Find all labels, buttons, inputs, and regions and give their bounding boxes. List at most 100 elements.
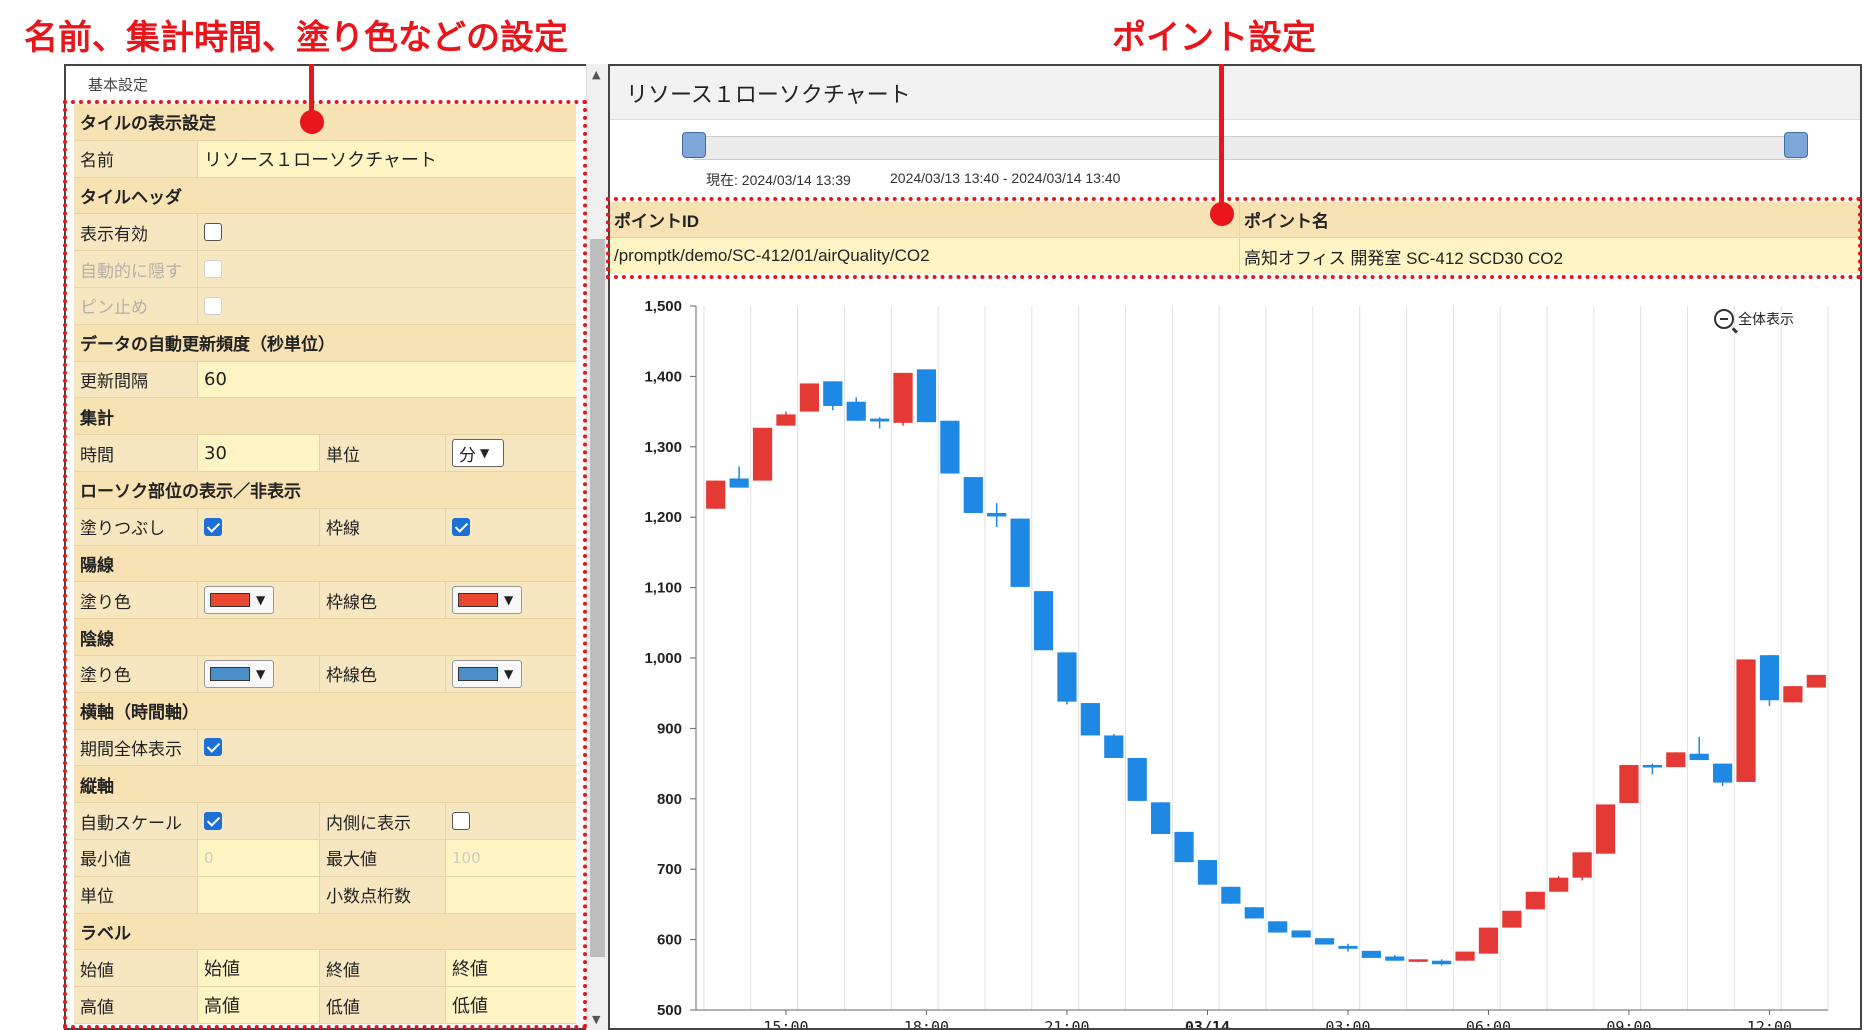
row-auto-hide: 自動的に隠す [74, 251, 576, 288]
settings-table: タイルの表示設定 名前 リソース１ローソクチャート タイルヘッダ 表示有効 自動… [74, 104, 576, 1024]
y-tick-label: 900 [657, 720, 682, 737]
bull-border-color-picker[interactable]: ▼ [452, 586, 522, 615]
decimals-input[interactable] [446, 876, 576, 913]
row-bull-colors: 塗り色 ▼ 枠線色 ▼ [74, 582, 576, 620]
y-tick-label: 800 [657, 791, 682, 808]
bull-border-cell: ▼ [446, 582, 576, 618]
bull-fill-color-picker[interactable]: ▼ [204, 586, 274, 615]
max-label: 最大値 [320, 839, 446, 876]
open-input[interactable]: 始値 [198, 950, 320, 987]
border-checkbox[interactable] [452, 517, 470, 536]
show-enabled-checkbox[interactable] [204, 223, 222, 242]
bear-border-cell: ▼ [446, 656, 576, 692]
min-label: 最小値 [74, 839, 198, 876]
point-annotation-label: ポイント設定 [1112, 18, 1316, 58]
section-label: ラベル [80, 923, 131, 944]
row-pin: ピン止め [74, 287, 576, 325]
point-table-row[interactable]: /promptk/demo/SC-412/01/airQuality/CO2 高… [610, 238, 1860, 274]
range-slider-track[interactable] [692, 136, 1802, 160]
y-tick-label: 600 [657, 932, 682, 949]
show-enabled-cell [198, 214, 576, 250]
y-unit-label: 単位 [74, 876, 198, 913]
bear-fill-color-label: 塗り色 [74, 655, 198, 692]
auto-scale-checkbox[interactable] [204, 812, 222, 831]
section-label: 縦軸 [80, 776, 114, 797]
max-input: 100 [446, 839, 576, 876]
section-candle-parts: ローソク部位の表示／非表示 [74, 471, 576, 509]
high-input[interactable]: 高値 [198, 987, 320, 1023]
range-slider-end-handle[interactable] [1784, 132, 1808, 158]
close-input[interactable]: 終値 [446, 950, 576, 987]
x-tick-label: 09:00 [1606, 1018, 1651, 1028]
bull-fill-color-label: 塗り色 [74, 582, 198, 619]
name-input[interactable]: リソース１ローソクチャート [198, 140, 576, 177]
full-period-checkbox[interactable] [204, 738, 222, 757]
bear-fill-cell: ▼ [198, 655, 320, 692]
decimals-label: 小数点桁数 [320, 876, 446, 913]
fill-checkbox[interactable] [204, 517, 222, 536]
candle-body [1080, 703, 1100, 736]
candle-body [1127, 757, 1147, 801]
point-id-cell: /promptk/demo/SC-412/01/airQuality/CO2 [610, 238, 1240, 274]
x-tick-label: 06:00 [1466, 1018, 1511, 1028]
candle-body [1689, 753, 1709, 761]
close-label: 終値 [320, 950, 446, 987]
section-label: タイルの表示設定 [80, 114, 216, 135]
candle-body [846, 401, 866, 421]
section-tile-display: タイルの表示設定 [74, 104, 576, 141]
full-period-cell [198, 730, 576, 766]
section-labels: ラベル [74, 913, 576, 951]
candle-body [729, 478, 749, 488]
candle-body [1174, 831, 1194, 863]
auto-hide-cell [198, 251, 576, 287]
candle-body [823, 381, 843, 406]
bear-fill-color-picker[interactable]: ▼ [204, 659, 274, 688]
unit-select[interactable]: 分 ▼ [452, 439, 504, 468]
zoom-reset-button[interactable]: 全体表示 [1714, 309, 1794, 329]
section-label: 陰線 [80, 629, 114, 650]
section-label: 集計 [80, 408, 114, 429]
candle-body [940, 420, 960, 474]
inside-cell [446, 803, 576, 839]
candle-body [776, 414, 796, 426]
auto-hide-label: 自動的に隠す [74, 251, 198, 287]
scroll-up-icon[interactable]: ▲ [592, 68, 600, 81]
bear-border-color-label: 枠線色 [320, 655, 446, 692]
color-swatch [458, 666, 498, 681]
candle-body [1783, 686, 1803, 703]
section-label: データの自動更新頻度（秒単位） [80, 335, 335, 356]
candle-body [893, 372, 913, 423]
candle-body [963, 477, 983, 513]
row-auto-scale: 自動スケール 内側に表示 [74, 803, 576, 840]
dropdown-arrow-icon: ▼ [256, 593, 266, 608]
chart-tile: リソース１ローソクチャート 現在: 2024/03/14 13:39 2024/… [608, 64, 1862, 1030]
time-input[interactable]: 30 [198, 435, 320, 471]
auto-hide-checkbox [204, 260, 222, 279]
time-label: 時間 [74, 435, 198, 471]
inside-checkbox[interactable] [452, 812, 470, 831]
inside-label: 内側に表示 [320, 803, 446, 839]
candle-body [1385, 956, 1405, 961]
section-aggregate: 集計 [74, 398, 576, 436]
settings-pointer-dot [300, 110, 324, 134]
interval-input[interactable]: 60 [198, 361, 576, 398]
candle-body [1666, 752, 1686, 768]
range-slider-start-handle[interactable] [682, 132, 706, 158]
chevron-down-icon: ▼ [480, 446, 490, 461]
y-unit-input[interactable] [198, 876, 320, 913]
candlestick-chart: 1,500 1,400 1,300 1,200 1,100 1,000 900 800 700 6… [610, 292, 1860, 1030]
interval-label: 更新間隔 [74, 361, 198, 398]
x-tick-label: 15:00 [763, 1018, 808, 1028]
pin-cell [198, 288, 576, 324]
x-tick-label: 21:00 [1044, 1018, 1089, 1028]
low-input[interactable]: 低値 [446, 987, 576, 1023]
bear-border-color-picker[interactable]: ▼ [452, 659, 522, 688]
candle-body [1595, 804, 1616, 854]
y-tick-label: 1,100 [644, 580, 682, 597]
dropdown-arrow-icon: ▼ [504, 666, 514, 681]
section-label: タイルヘッダ [80, 187, 182, 208]
scrollbar-thumb[interactable] [590, 239, 605, 957]
settings-scrollbar[interactable]: ▲ ▼ [586, 64, 608, 1030]
scroll-down-icon[interactable]: ▼ [592, 1013, 600, 1026]
y-tick-label: 1,000 [644, 650, 682, 667]
